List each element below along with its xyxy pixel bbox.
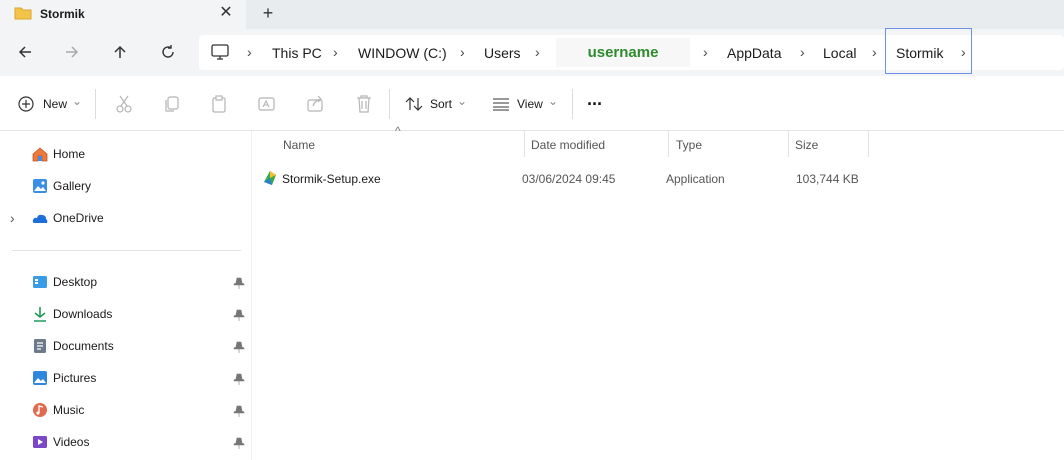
breadcrumb-separator[interactable]: › — [333, 44, 338, 60]
sidebar-item-music[interactable]: Music — [53, 403, 84, 417]
column-header-type[interactable]: Type — [676, 138, 702, 152]
new-button[interactable]: New — [43, 97, 67, 111]
monitor-icon — [211, 44, 229, 60]
view-button[interactable]: View — [517, 97, 543, 111]
breadcrumb-separator[interactable]: › — [535, 44, 540, 60]
breadcrumb-users[interactable]: Users — [484, 45, 521, 61]
sort-icon — [405, 97, 423, 111]
share-icon[interactable] — [306, 94, 326, 114]
plus-circle-icon — [18, 96, 34, 112]
sidebar-border — [251, 131, 252, 460]
arrow-right-icon — [66, 46, 79, 58]
desktop-folder-icon — [33, 276, 47, 288]
tab-stormik[interactable]: Stormik ✕ — [0, 0, 246, 29]
pictures-icon — [33, 371, 47, 385]
toolbar-divider — [572, 89, 573, 119]
cut-icon[interactable] — [114, 94, 134, 114]
column-divider[interactable] — [868, 131, 869, 157]
toolbar-divider — [95, 89, 96, 119]
chevron-down-icon: ⌄ — [72, 94, 83, 108]
sidebar-item-videos[interactable]: Videos — [53, 435, 89, 449]
file-type: Application — [666, 172, 725, 186]
breadcrumb-separator: › — [247, 44, 252, 60]
column-divider[interactable] — [524, 131, 525, 157]
pin-icon — [233, 277, 245, 289]
column-header-name[interactable]: Name — [283, 138, 315, 152]
back-button[interactable] — [8, 35, 42, 69]
sidebar-divider — [12, 250, 241, 251]
column-header-size[interactable]: Size — [795, 138, 818, 152]
breadcrumb-this-pc[interactable]: This PC — [272, 45, 322, 61]
sidebar-item-downloads[interactable]: Downloads — [53, 307, 112, 321]
sidebar-item-gallery[interactable]: Gallery — [53, 179, 91, 193]
breadcrumb-stormik[interactable]: Stormik — [896, 45, 943, 61]
documents-icon — [34, 339, 46, 353]
sort-button[interactable]: Sort — [430, 97, 452, 111]
gallery-icon — [33, 179, 47, 193]
more-options-icon[interactable]: ··· — [587, 94, 603, 115]
refresh-icon — [162, 45, 174, 58]
arrow-up-icon — [114, 45, 126, 58]
forward-button[interactable] — [55, 35, 89, 69]
music-icon — [33, 403, 47, 417]
expand-onedrive-icon[interactable]: › — [10, 210, 15, 226]
breadcrumb-separator[interactable]: › — [961, 44, 966, 60]
sort-ascending-icon: ^ — [395, 124, 401, 138]
rename-icon[interactable] — [257, 94, 277, 114]
delete-icon[interactable] — [354, 94, 374, 114]
column-divider[interactable] — [668, 131, 669, 157]
chevron-down-icon: ⌄ — [457, 94, 468, 108]
file-date-modified: 03/06/2024 09:45 — [522, 172, 616, 186]
tab-title: Stormik — [40, 7, 85, 21]
sidebar-item-documents[interactable]: Documents — [53, 339, 114, 353]
breadcrumb-separator[interactable]: › — [800, 44, 805, 60]
pin-icon — [233, 341, 245, 353]
file-size: 103,744 KB — [796, 172, 859, 186]
videos-icon — [33, 436, 47, 448]
application-icon — [264, 171, 276, 185]
view-lines-icon — [493, 98, 509, 111]
breadcrumb-separator[interactable]: › — [703, 44, 708, 60]
sidebar-item-onedrive[interactable]: OneDrive — [53, 211, 104, 225]
up-button[interactable] — [103, 35, 137, 69]
breadcrumb-local[interactable]: Local — [823, 45, 856, 61]
pin-icon — [233, 437, 245, 449]
paste-icon[interactable] — [210, 94, 230, 114]
new-tab-button[interactable]: + — [258, 3, 278, 23]
column-divider[interactable] — [788, 131, 789, 157]
breadcrumb-separator[interactable]: › — [872, 44, 877, 60]
sidebar-item-pictures[interactable]: Pictures — [53, 371, 96, 385]
breadcrumb-window-c[interactable]: WINDOW (C:) — [358, 45, 447, 61]
breadcrumb-separator[interactable]: › — [460, 44, 465, 60]
toolbar-divider — [389, 89, 390, 119]
pin-icon — [233, 373, 245, 385]
downloads-icon — [34, 307, 46, 322]
copy-icon[interactable] — [162, 94, 182, 114]
arrow-left-icon — [18, 46, 31, 58]
pin-icon — [233, 405, 245, 417]
onedrive-icon — [32, 214, 48, 223]
close-tab-icon[interactable]: ✕ — [216, 3, 236, 23]
sidebar-item-home[interactable]: Home — [53, 147, 85, 161]
breadcrumb-appdata[interactable]: AppData — [727, 45, 781, 61]
column-header-date-modified[interactable]: Date modified — [531, 138, 605, 152]
file-name[interactable]: Stormik-Setup.exe — [282, 172, 381, 186]
chevron-down-icon: ⌄ — [548, 94, 559, 108]
pin-icon — [233, 309, 245, 321]
folder-icon — [14, 7, 32, 20]
sidebar-item-desktop[interactable]: Desktop — [53, 275, 97, 289]
home-icon — [32, 147, 48, 162]
breadcrumb-username[interactable]: username — [556, 38, 690, 67]
refresh-button[interactable] — [151, 35, 185, 69]
